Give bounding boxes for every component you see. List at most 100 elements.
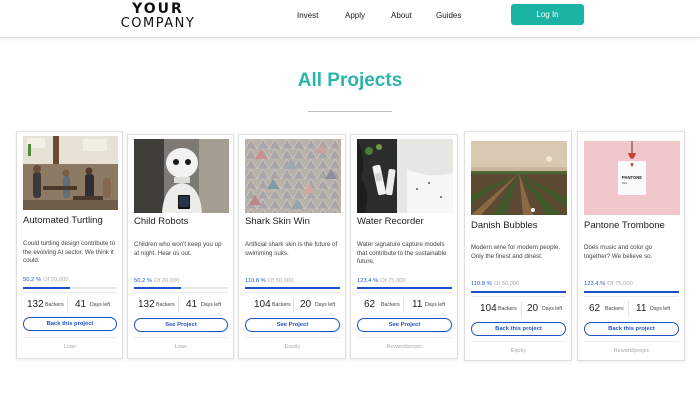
backers-label: Backers — [45, 302, 64, 308]
project-description: Water signature capture models that cont… — [357, 241, 447, 266]
days-left-label: Days left — [315, 302, 336, 308]
stat-separator — [67, 297, 68, 313]
see-project-button[interactable]: See Project — [134, 318, 228, 332]
days-left-count: 41 — [186, 299, 198, 310]
backers-count: 132 — [27, 299, 44, 310]
nav-apply[interactable]: Apply — [345, 11, 365, 20]
stats-divider — [245, 292, 340, 293]
project-description: Artificial shark skin is the future of s… — [245, 241, 338, 257]
back-project-button[interactable]: Back this project — [471, 322, 566, 336]
nav-invest[interactable]: Invest — [297, 11, 318, 20]
project-type: Reward/projec — [386, 344, 423, 350]
back-project-button[interactable]: Back this project — [23, 317, 117, 331]
funding-progress-bar — [584, 291, 679, 293]
nav-about[interactable]: About — [391, 11, 412, 20]
see-project-button[interactable]: See Project — [245, 318, 340, 332]
login-button[interactable]: Log In — [511, 4, 584, 25]
funding-progress-fill — [357, 287, 452, 289]
project-title[interactable]: Water Recorder — [357, 216, 453, 227]
funding-progress-fill — [23, 287, 71, 289]
stat-separator — [403, 297, 404, 313]
days-left-count: 11 — [636, 303, 647, 314]
stat-separator — [521, 301, 522, 317]
funding-goal: Of 50,000 — [267, 278, 294, 284]
back-project-button[interactable]: Back this project — [584, 322, 679, 336]
card-footer-divider — [245, 337, 340, 338]
funded-readout: 123.4 % Of 75,000 — [584, 281, 633, 287]
stats-divider — [134, 292, 228, 293]
days-left-label: Days left — [542, 306, 563, 312]
card-footer-divider — [471, 341, 566, 342]
funding-goal: Of 75,000 — [380, 278, 406, 284]
stats-divider — [357, 292, 452, 293]
stat-separator — [178, 297, 179, 313]
backers-label: Backers — [156, 302, 175, 308]
funded-percent: 123.4 % — [584, 281, 606, 287]
days-left-count: 20 — [527, 303, 539, 314]
backers-label: Backers — [605, 306, 624, 312]
funded-percent: 110.8 % — [245, 278, 266, 284]
project-card-danish-bubbles[interactable]: Danish Bubbles Modern wine for modern pe… — [464, 131, 572, 361]
days-left-label: Days left — [425, 302, 446, 308]
funding-progress-fill — [584, 291, 679, 293]
project-description: Could turtling design contribute to the … — [23, 240, 116, 265]
project-image-robot[interactable] — [134, 139, 229, 213]
project-title[interactable]: Danish Bubbles — [471, 220, 567, 231]
funded-percent: 123.4 % — [357, 278, 379, 284]
backers-label: Backers — [498, 306, 517, 312]
project-image-tiles[interactable] — [245, 139, 341, 213]
stats-divider — [23, 292, 117, 293]
funding-goal: Of 20,000 — [154, 278, 180, 284]
project-title[interactable]: Child Robots — [134, 216, 229, 227]
project-image-bottle[interactable] — [357, 139, 453, 213]
funding-progress-fill — [471, 291, 566, 293]
stat-separator — [293, 297, 294, 313]
funded-percent: 110.8 % — [471, 281, 492, 287]
backers-label: Backers — [381, 302, 400, 308]
see-project-button[interactable]: See Project — [357, 318, 452, 332]
svg-text:PANTONE: PANTONE — [622, 175, 642, 180]
card-footer-divider — [357, 337, 452, 338]
project-title[interactable]: Shark Skin Win — [245, 216, 341, 227]
days-left-label: Days left — [650, 306, 671, 312]
funded-percent: 50.2 % — [23, 277, 42, 283]
project-card-automated-turtling[interactable]: Automated Turtling Could turtling design… — [16, 131, 123, 359]
days-left-label: Days left — [201, 302, 222, 308]
project-type: Equity — [510, 348, 527, 354]
title-divider — [308, 111, 392, 112]
card-footer-divider — [134, 337, 228, 338]
backers-count: 104 — [254, 299, 271, 310]
project-title[interactable]: Automated Turtling — [23, 215, 103, 226]
card-footer-divider — [23, 337, 117, 338]
backers-count: 62 — [364, 299, 376, 310]
funded-readout: 123.4 % Of 75,000 — [357, 278, 406, 284]
funding-goal: Of 20,000 — [43, 277, 69, 283]
funded-readout: 110.8 % Of 50,000 — [245, 278, 293, 284]
logo-line-2: COMPANY — [120, 16, 196, 31]
project-type: Loan — [63, 344, 77, 350]
project-description: Modern wine for modern people. Only the … — [471, 244, 561, 260]
logo-line-1: YOUR — [132, 1, 184, 17]
project-image-pantone[interactable]: PANTONE 691 — [584, 141, 680, 215]
project-image-cafe[interactable] — [23, 136, 118, 210]
days-left-count: 41 — [75, 299, 87, 310]
project-card-pantone-trombone[interactable]: PANTONE 691 Pantone Trombone Does music … — [577, 131, 685, 361]
backers-label: Backers — [272, 302, 291, 308]
stat-separator — [628, 301, 629, 317]
funding-progress-bar — [471, 291, 566, 293]
page-title: All Projects — [297, 70, 403, 91]
project-card-child-robots[interactable]: Child Robots Children who won't keep you… — [127, 134, 234, 359]
backers-count: 132 — [138, 299, 155, 310]
days-left-count: 20 — [300, 299, 312, 310]
project-type: Loan — [174, 344, 188, 350]
company-logo[interactable]: YOUR COMPANY — [112, 2, 204, 31]
funding-goal: Of 75,000 — [607, 281, 633, 287]
project-title[interactable]: Pantone Trombone — [584, 220, 680, 231]
funding-goal: Of 50,000 — [493, 281, 520, 287]
funding-progress-bar — [23, 287, 117, 289]
nav-guides[interactable]: Guides — [436, 11, 461, 20]
project-card-shark-skin-win[interactable]: Shark Skin Win Artificial shark skin is … — [238, 134, 346, 359]
project-image-vineyard[interactable] — [471, 141, 567, 215]
funding-progress-fill — [245, 287, 340, 289]
project-card-water-recorder[interactable]: Water Recorder Water signature capture m… — [350, 134, 458, 359]
